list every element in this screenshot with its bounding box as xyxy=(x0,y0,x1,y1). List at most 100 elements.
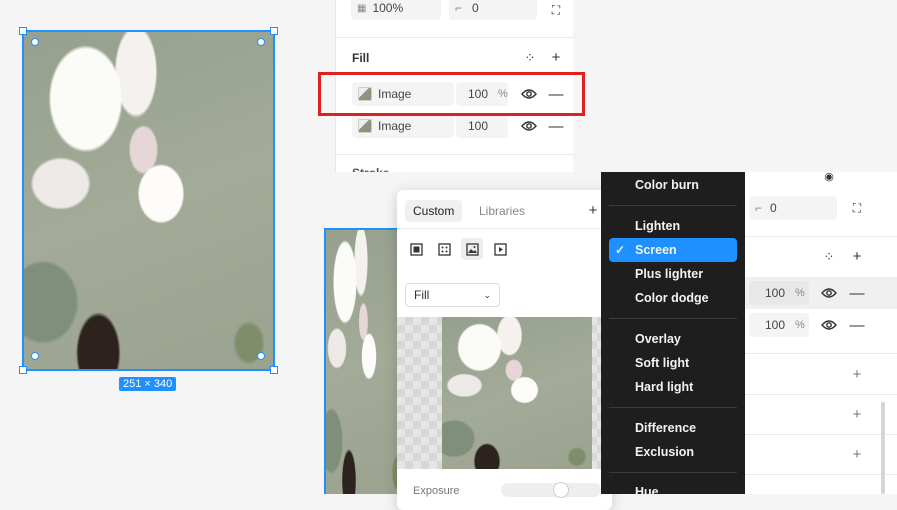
corner-value: 0 xyxy=(770,201,777,215)
checkmark-icon: ✓ xyxy=(615,243,626,257)
menu-separator xyxy=(609,205,737,206)
divider xyxy=(735,353,897,354)
blend-mode-menu: Color burn Lighten ✓ Screen Plus lighter… xyxy=(601,172,745,499)
add-export-icon[interactable]: + xyxy=(847,444,867,464)
chevron-down-icon: ⌄ xyxy=(483,289,491,300)
menu-item-label: Screen xyxy=(635,243,677,257)
right-properties-panel: ◉ ⌐ 0 ⛶ ⁘ + 100 % — 100 % — + + + xyxy=(735,171,897,494)
image-preview-area xyxy=(397,317,612,469)
add-style-icon[interactable]: + xyxy=(583,200,603,220)
resize-handle-top-left[interactable] xyxy=(31,38,39,46)
menu-item-label: Color burn xyxy=(635,178,699,192)
fill-opacity-value: 100 xyxy=(765,286,786,300)
highlight-annotation-box xyxy=(318,72,585,116)
video-fill-icon[interactable] xyxy=(489,238,511,260)
blend-hard-light[interactable]: Hard light xyxy=(609,375,737,399)
styles-grid-icon[interactable]: ⁘ xyxy=(520,48,540,68)
menu-item-label: Hue xyxy=(635,485,659,499)
exposure-label: Exposure xyxy=(413,485,460,497)
fill-opacity-field[interactable]: 100 % xyxy=(749,313,809,337)
size-label: 251 × 340 xyxy=(119,377,177,391)
fill-layer-2[interactable]: Image xyxy=(352,114,454,138)
tab-libraries[interactable]: Libraries xyxy=(471,200,533,222)
remove-fill-icon[interactable]: — xyxy=(847,283,867,303)
menu-item-label: Overlay xyxy=(635,332,681,346)
styles-grid-icon[interactable]: ⁘ xyxy=(819,247,839,267)
fill-opacity-value: 100 xyxy=(468,119,489,133)
expand-corners-icon[interactable]: ⛶ xyxy=(546,0,566,20)
corner-handle-top-left[interactable] xyxy=(19,27,27,35)
add-stroke-icon[interactable]: + xyxy=(847,364,867,384)
menu-item-label: Soft light xyxy=(635,356,690,370)
selection-box-secondary xyxy=(324,228,404,494)
opacity-field[interactable]: ▦ 100% xyxy=(351,0,441,20)
corner-icon: ⌐ xyxy=(455,1,463,15)
remove-fill-icon[interactable]: — xyxy=(546,116,566,136)
exposure-slider-knob[interactable] xyxy=(553,482,569,498)
blend-soft-light[interactable]: Soft light xyxy=(609,351,737,375)
menu-item-label: Lighten xyxy=(635,219,681,233)
solid-fill-icon[interactable] xyxy=(405,238,427,260)
expand-corners-icon[interactable]: ⛶ xyxy=(847,198,867,218)
fill-opacity-unit: % xyxy=(795,319,805,331)
resize-handle-top-right[interactable] xyxy=(257,38,265,46)
divider xyxy=(735,474,897,475)
image-fill-icon[interactable] xyxy=(461,238,483,260)
visibility-eye-icon[interactable] xyxy=(819,283,839,303)
fill-title: Fill xyxy=(352,51,370,65)
selection-box xyxy=(22,30,275,371)
divider xyxy=(735,434,897,435)
remove-fill-icon[interactable]: — xyxy=(847,315,867,335)
fill-opacity-field[interactable]: 100 % xyxy=(749,281,809,305)
image-preview[interactable] xyxy=(442,317,592,469)
menu-item-label: Difference xyxy=(635,421,697,435)
blend-color-dodge[interactable]: Color dodge xyxy=(609,286,737,310)
corner-handle-top-right[interactable] xyxy=(270,27,278,35)
menu-item-label: Color dodge xyxy=(635,291,709,305)
blend-exclusion[interactable]: Exclusion xyxy=(609,440,737,464)
fill-mode-value: Fill xyxy=(414,288,430,302)
image-thumbnail xyxy=(358,119,372,133)
corner-handle-bottom-left[interactable] xyxy=(19,366,27,374)
tab-custom[interactable]: Custom xyxy=(405,200,463,222)
resize-handle-bottom-left[interactable] xyxy=(31,352,39,360)
menu-item-label: Exclusion xyxy=(635,445,695,459)
resize-handle-bottom-right[interactable] xyxy=(257,352,265,360)
fill-opacity-unit: % xyxy=(795,287,805,299)
eye-icon-peek[interactable]: ◉ xyxy=(819,166,839,186)
divider xyxy=(735,236,897,237)
stroke-title-peek: Stroke xyxy=(352,166,389,172)
fill-picker-popup: Custom Libraries + Fill ⌄ Exposure xyxy=(397,190,612,510)
fill-layer-label: Image xyxy=(378,119,412,133)
fill-mode-select[interactable]: Fill ⌄ xyxy=(405,283,500,307)
scrollbar[interactable] xyxy=(881,402,885,494)
menu-separator xyxy=(609,318,737,319)
visibility-eye-icon[interactable] xyxy=(819,315,839,335)
blend-color-burn[interactable]: Color burn xyxy=(609,173,737,197)
blend-lighten[interactable]: Lighten xyxy=(609,214,737,238)
blend-hue[interactable]: Hue xyxy=(609,480,737,504)
add-effect-icon[interactable]: + xyxy=(847,404,867,424)
blend-plus-lighter[interactable]: Plus lighter xyxy=(609,262,737,286)
corner-handle-bottom-right[interactable] xyxy=(270,366,278,374)
blend-overlay[interactable]: Overlay xyxy=(609,327,737,351)
divider xyxy=(336,154,574,155)
corner-icon: ⌐ xyxy=(755,201,763,215)
pattern-fill-icon[interactable] xyxy=(433,238,455,260)
menu-item-label: Plus lighter xyxy=(635,267,704,281)
add-fill-icon[interactable]: + xyxy=(847,246,867,266)
corner-value: 0 xyxy=(472,1,479,15)
menu-separator xyxy=(609,407,737,408)
divider xyxy=(397,228,612,229)
corner-radius-field[interactable]: ⌐ 0 xyxy=(449,0,537,20)
exposure-slider[interactable] xyxy=(501,482,601,498)
divider xyxy=(336,37,574,38)
corner-radius-field[interactable]: ⌐ 0 xyxy=(749,196,837,220)
fill-opacity-value: 100 xyxy=(765,318,786,332)
add-fill-icon[interactable]: + xyxy=(546,47,566,67)
menu-item-label: Hard light xyxy=(635,380,694,394)
visibility-eye-icon[interactable] xyxy=(519,116,539,136)
blend-screen[interactable]: ✓ Screen xyxy=(609,238,737,262)
blend-difference[interactable]: Difference xyxy=(609,416,737,440)
fill-opacity-field[interactable]: 100 xyxy=(456,114,508,138)
